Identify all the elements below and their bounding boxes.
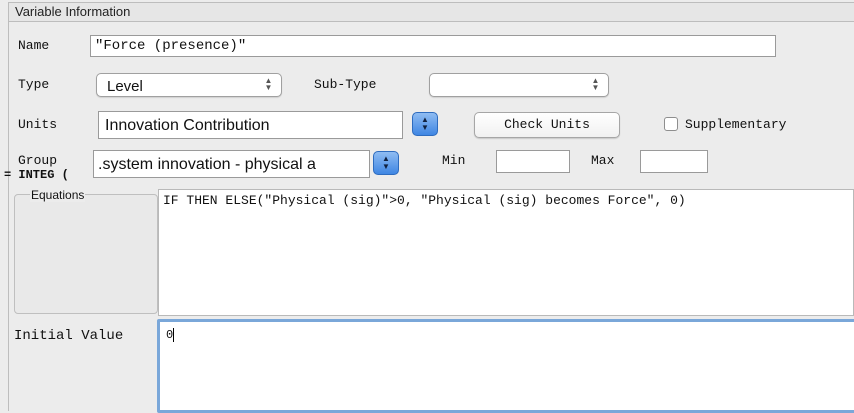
text-cursor bbox=[173, 328, 174, 342]
units-stepper-icon[interactable]: ▲ ▼ bbox=[412, 112, 438, 136]
check-units-button[interactable]: Check Units bbox=[474, 112, 620, 138]
units-label: Units bbox=[18, 117, 58, 132]
name-value: "Force (presence)" bbox=[95, 38, 247, 54]
supplementary-checkbox[interactable] bbox=[664, 117, 678, 131]
up-down-arrows-icon: ▲ ▼ bbox=[264, 76, 273, 92]
name-field[interactable]: "Force (presence)" bbox=[90, 35, 776, 57]
type-select[interactable]: Level ▲ ▼ bbox=[96, 73, 282, 97]
integ-label: = INTEG ( bbox=[4, 168, 69, 182]
subtype-select[interactable]: ▲ ▼ bbox=[429, 73, 609, 97]
equations-label-box bbox=[14, 194, 158, 314]
type-value: Level bbox=[107, 78, 143, 95]
variable-info-header: Variable Information bbox=[8, 2, 854, 22]
group-title: Variable Information bbox=[15, 4, 131, 19]
up-down-arrows-icon: ▲ ▼ bbox=[591, 76, 600, 92]
equations-label: Equations bbox=[30, 188, 86, 202]
max-field[interactable] bbox=[640, 150, 708, 173]
group-value: .system innovation - physical a bbox=[98, 156, 316, 173]
units-value: Innovation Contribution bbox=[105, 117, 270, 134]
subtype-label: Sub-Type bbox=[314, 77, 377, 92]
max-label: Max bbox=[591, 153, 615, 168]
min-field[interactable] bbox=[496, 150, 570, 173]
group-stepper-icon[interactable]: ▲ ▼ bbox=[373, 151, 399, 175]
initial-value-textarea[interactable]: 0 bbox=[157, 319, 854, 413]
units-field[interactable]: Innovation Contribution bbox=[98, 111, 403, 139]
group-label: Group bbox=[18, 153, 58, 168]
supplementary-label: Supplementary bbox=[685, 117, 787, 132]
min-label: Min bbox=[442, 153, 466, 168]
type-label: Type bbox=[18, 77, 50, 92]
equations-textarea[interactable]: IF THEN ELSE("Physical (sig)">0, "Physic… bbox=[158, 189, 854, 316]
equations-value: IF THEN ELSE("Physical (sig)">0, "Physic… bbox=[163, 193, 686, 208]
initial-value-label: Initial Value bbox=[14, 328, 124, 344]
group-field[interactable]: .system innovation - physical a bbox=[93, 150, 370, 178]
name-label: Name bbox=[18, 38, 50, 53]
